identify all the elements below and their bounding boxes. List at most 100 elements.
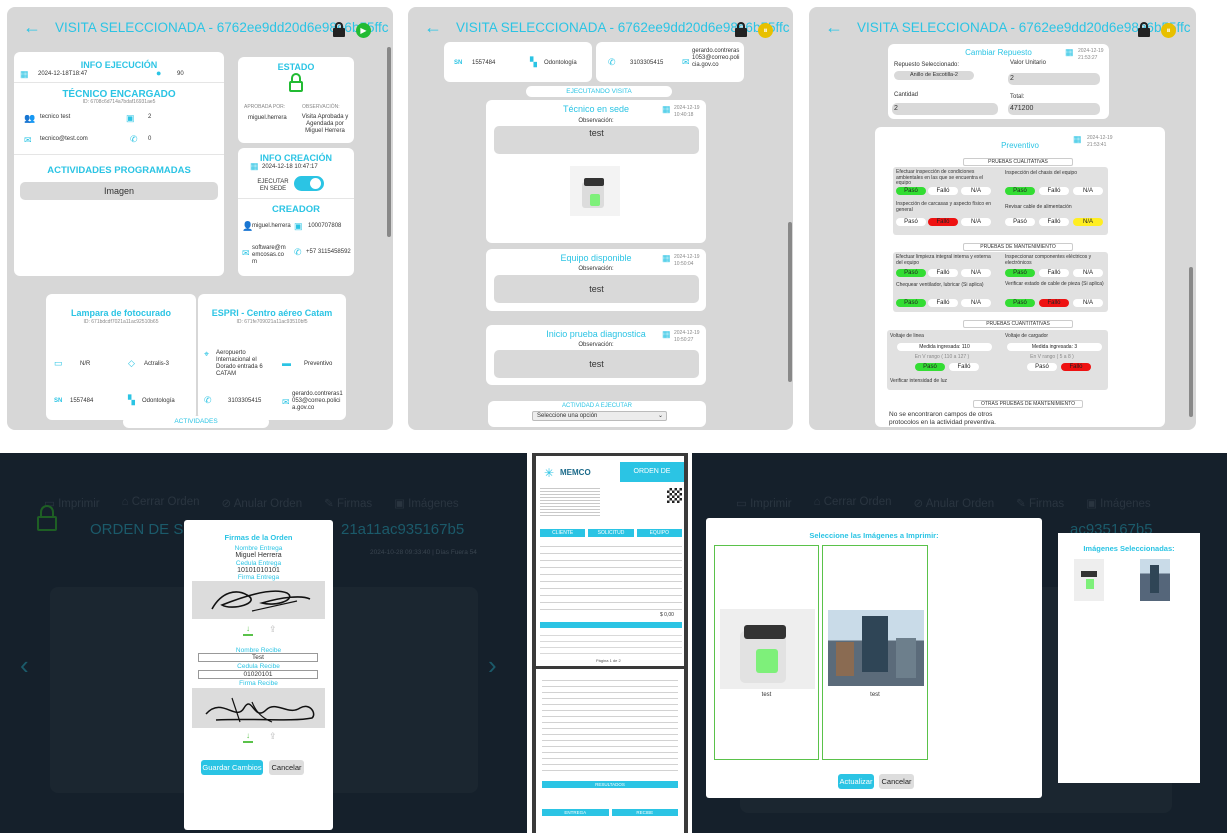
recibe-input[interactable]: Test [198, 653, 318, 662]
scrollbar[interactable] [387, 47, 391, 237]
panel-orden-firmas: ▭ Imprimir ⌂ Cerrar Orden ⊘ Anular Orden… [0, 453, 527, 833]
memco-logo-icon: ✳ [544, 466, 555, 480]
no-fields-text: No se encontraron campos de otros protoc… [889, 411, 996, 426]
calendar-icon: ▦ [250, 161, 259, 171]
images-button[interactable]: ▣ Imágenes [1086, 496, 1151, 510]
doc-resultados: RESULTADOS [542, 781, 678, 788]
image-option[interactable]: test [714, 545, 819, 760]
print-button[interactable]: ▭ Imprimir [736, 496, 792, 510]
ced-entrega-label: Cedula Entrega [235, 560, 282, 567]
q1-na[interactable]: N/A [961, 187, 991, 195]
q6-na[interactable]: N/A [1073, 269, 1103, 277]
q8-na[interactable]: N/A [1073, 299, 1103, 307]
lock-icon[interactable] [333, 22, 345, 37]
unlock-icon [37, 516, 57, 531]
chevron-left-icon[interactable]: ‹ [20, 650, 29, 681]
q2-paso[interactable]: Pasó [1005, 187, 1035, 195]
toggle-label: EJECUTAR EN SEDE [257, 179, 289, 192]
q3-na[interactable]: N/A [961, 218, 991, 226]
v1-paso[interactable]: Pasó [915, 363, 945, 371]
q3-paso[interactable]: Pasó [896, 218, 926, 226]
q5-paso[interactable]: Pasó [896, 269, 926, 277]
upload-icon[interactable]: ⇪ [269, 624, 277, 635]
lock-icon[interactable] [1138, 22, 1150, 37]
device-photo[interactable] [570, 166, 620, 216]
select-value: Seleccione una opción [537, 413, 598, 419]
v1-fallo[interactable]: Falló [949, 363, 979, 371]
q7-fallo[interactable]: Falló [928, 299, 958, 307]
q8-fallo[interactable]: Falló [1039, 299, 1069, 307]
scrollbar[interactable] [1189, 267, 1193, 417]
q4-fallo[interactable]: Falló [1039, 218, 1069, 226]
signature-recibe-pad[interactable] [192, 688, 325, 728]
arrow-left-icon[interactable]: ← [23, 17, 41, 38]
ced-recibe-input[interactable]: 01020101 [198, 670, 318, 679]
total-value[interactable]: 471200 [1008, 103, 1100, 115]
cant-value[interactable]: 2 [892, 103, 998, 115]
scrollbar[interactable] [788, 222, 792, 382]
images-button[interactable]: ▣ Imágenes [394, 496, 459, 510]
q7-paso[interactable]: Pasó [896, 299, 926, 307]
toolbar: ▭ Imprimir ⌂ Cerrar Orden ⊘ Anular Orden… [44, 496, 459, 510]
upload-icon[interactable]: ⇪ [269, 731, 277, 742]
q7-na[interactable]: N/A [961, 299, 991, 307]
pause-icon[interactable]: ⏸ [1161, 23, 1176, 38]
q1-fallo[interactable]: Falló [928, 187, 958, 195]
cancel-button[interactable]: Cancelar [879, 774, 914, 789]
save-signatures-button[interactable]: Guardar Cambios [201, 760, 263, 775]
equipo-area: Odontología [544, 60, 577, 66]
doc-page-number: Página 1 de 2 [596, 658, 621, 663]
pause-icon[interactable]: ⏸ [758, 23, 773, 38]
image-activity-button[interactable]: Imagen [20, 182, 218, 200]
signature-entrega-pad[interactable] [192, 581, 325, 619]
q6: Inspeccionar componentes eléctricos y el… [1005, 254, 1092, 266]
cancel-order-button[interactable]: ⊘ Anular Orden [914, 496, 995, 510]
q4-na[interactable]: N/A [1073, 218, 1103, 226]
q8-paso[interactable]: Pasó [1005, 299, 1035, 307]
activities-tab[interactable]: ACTIVIDADES [123, 416, 269, 428]
creador-phone: +57 3115458592 [306, 249, 351, 255]
q4-paso[interactable]: Pasó [1005, 218, 1035, 226]
info-title: INFO EJECUCIÓN [80, 60, 158, 70]
play-icon[interactable]: ▶ [356, 23, 371, 38]
id-card-icon: ▣ [294, 221, 303, 231]
vu-value[interactable]: 2 [1008, 73, 1100, 85]
doc-body-lines [540, 540, 682, 610]
cancel-button[interactable]: Cancelar [269, 760, 304, 775]
q6-fallo[interactable]: Falló [1039, 269, 1069, 277]
v2-fallo[interactable]: Falló [1061, 363, 1091, 371]
q2-na[interactable]: N/A [1073, 187, 1103, 195]
close-order-button[interactable]: ⌂ Cerrar Orden [122, 496, 200, 510]
v2-paso[interactable]: Pasó [1027, 363, 1057, 371]
q1-paso[interactable]: Pasó [896, 187, 926, 195]
q6-paso[interactable]: Pasó [1005, 269, 1035, 277]
creador-title: CREADOR [271, 204, 321, 215]
q2-fallo[interactable]: Falló [1039, 187, 1069, 195]
q3-fallo[interactable]: Falló [928, 218, 958, 226]
panel-orden-imagenes: ▭ Imprimir ⌂ Cerrar Orden ⊘ Anular Orden… [692, 453, 1227, 833]
lock-icon[interactable] [735, 22, 747, 37]
signatures-button[interactable]: ✎ Firmas [324, 496, 372, 510]
creacion-date: 2024-12-18 10:47:17 [262, 164, 318, 170]
estado-title: ESTADO [277, 62, 315, 72]
selected-building-thumbnail[interactable] [1140, 559, 1170, 601]
m1[interactable]: Medida ingresada: 110 [897, 343, 992, 351]
q5-na[interactable]: N/A [961, 269, 991, 277]
activity-select[interactable]: Seleccione una opción ⌄ [532, 411, 667, 421]
arrow-left-icon[interactable]: ← [424, 17, 442, 38]
close-order-button[interactable]: ⌂ Cerrar Orden [814, 496, 892, 510]
chevron-right-icon[interactable]: › [488, 650, 497, 681]
m2[interactable]: Medida ingresada: 3 [1007, 343, 1102, 351]
ejecutar-sede-toggle[interactable] [294, 176, 324, 191]
download-icon[interactable]: ↓ [243, 625, 253, 636]
rep-value[interactable]: Anillo de Escotilla-2 [894, 71, 974, 80]
signatures-button[interactable]: ✎ Firmas [1016, 496, 1064, 510]
arrow-left-icon[interactable]: ← [825, 17, 843, 38]
q5-fallo[interactable]: Falló [928, 269, 958, 277]
print-label: Imprimir [750, 498, 792, 510]
download-icon[interactable]: ↓ [243, 732, 253, 743]
cancel-order-button[interactable]: ⊘ Anular Orden [222, 496, 303, 510]
update-button[interactable]: Actualizar [838, 774, 874, 789]
image-option[interactable]: test [822, 545, 928, 760]
selected-device-thumbnail[interactable] [1074, 559, 1104, 601]
